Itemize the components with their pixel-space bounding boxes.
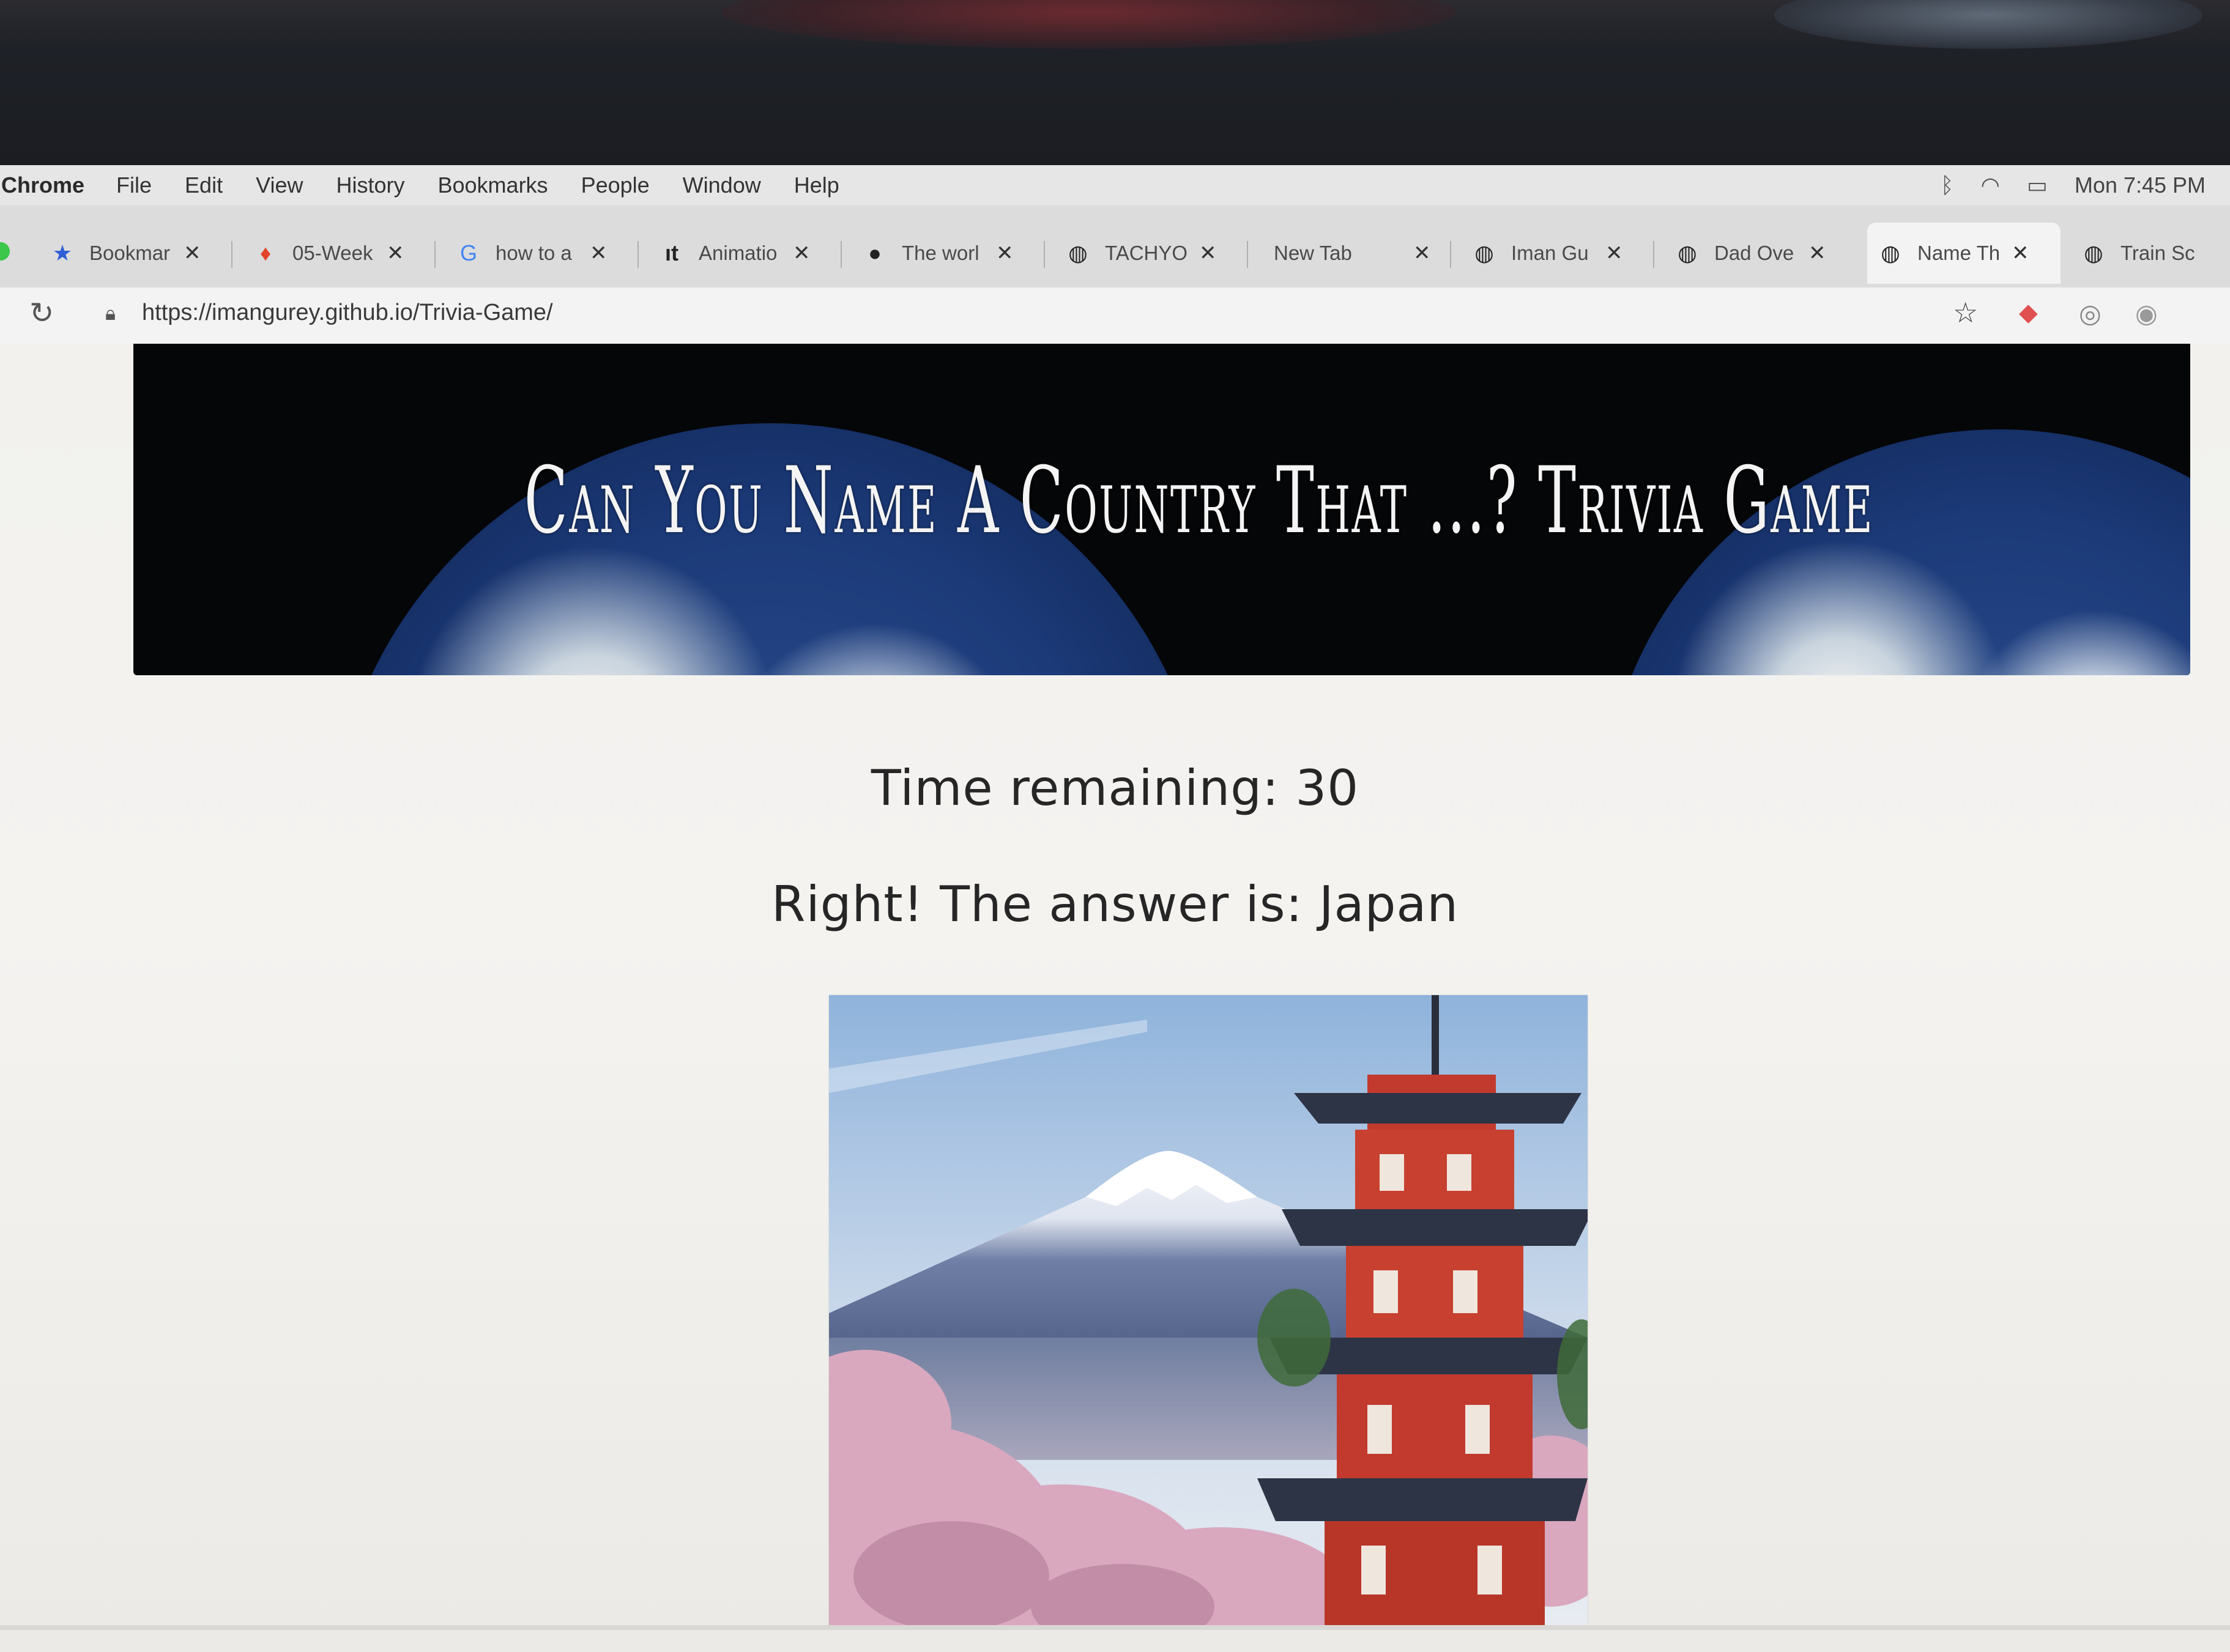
extension-icon[interactable]: ◎ [2079, 298, 2102, 328]
menu-view[interactable]: View [256, 172, 303, 198]
menu-app-name[interactable]: Chrome [1, 172, 84, 198]
tab-label: Bookmar [89, 242, 171, 264]
tab-strip: ★ Bookmar ✕ ♦ 05-Week ✕ G how to a ✕ ıt … [0, 206, 2230, 288]
tab-label: 05-Week [292, 242, 373, 264]
tab[interactable]: ◍ Dad Ove ✕ [1674, 223, 1857, 284]
result-text: Right! The answer is: Japan [771, 876, 1459, 933]
page-divider [0, 1625, 2230, 1630]
tab-separator [841, 241, 842, 268]
tab-label: Iman Gu [1511, 242, 1589, 264]
photo-bezel [0, 0, 2230, 165]
wifi-icon[interactable]: ◠ [1980, 172, 1999, 198]
menu-help[interactable]: Help [794, 172, 839, 198]
background-blur [1774, 0, 2202, 49]
tab[interactable]: ◍ Train Sc [2080, 223, 2230, 284]
tab-label: Dad Ove [1714, 242, 1794, 264]
tab[interactable]: ıt Animatio ✕ [658, 223, 842, 284]
tab-label: Animatio [699, 242, 778, 264]
tab-separator [434, 241, 436, 268]
close-icon[interactable]: ✕ [1199, 241, 1217, 265]
tab-separator [1450, 241, 1451, 268]
close-icon[interactable]: ✕ [1413, 241, 1431, 265]
header-banner: Can You Name A Country That ...? Trivia … [133, 344, 2190, 675]
background-blur [722, 0, 1456, 49]
status-area: ᛒ ◠ ▭ Mon 7:45 PM [1941, 165, 2206, 206]
close-icon[interactable]: ✕ [387, 241, 404, 265]
gitlab-icon: ♦ [259, 240, 272, 265]
reload-icon[interactable]: ↻ [29, 296, 54, 330]
globe-icon: ◍ [2084, 240, 2103, 265]
globe-icon: ◍ [1474, 240, 1494, 265]
tab[interactable]: ★ Bookmar ✕ [49, 223, 232, 284]
bookmark-star-icon[interactable]: ☆ [1953, 296, 1978, 329]
tab-label: Name Th [1917, 242, 2001, 264]
timer-text: Time remaining: 30 [871, 760, 1359, 817]
tab[interactable]: G how to a ✕ [455, 223, 639, 284]
page-title: Can You Name A Country That ...? Trivia … [524, 448, 1874, 554]
clock[interactable]: Mon 7:45 PM [2075, 172, 2206, 198]
address-bar: ↻ 🔒︎ https://imangurey.github.io/Trivia-… [0, 287, 2230, 344]
extension-icon[interactable]: ◆ [2019, 298, 2038, 327]
menu-window[interactable]: Window [683, 172, 761, 198]
tab-label: Train Sc [2120, 242, 2195, 264]
globe-icon: ◍ [1881, 240, 1900, 265]
page-content: Can You Name A Country That ...? Trivia … [0, 344, 2230, 1652]
lock-icon[interactable]: 🔒︎ [105, 302, 116, 325]
github-icon: ● [868, 240, 882, 265]
menu-edit[interactable]: Edit [185, 172, 223, 198]
window-zoom-button[interactable] [0, 242, 10, 261]
tab-label: The worl [902, 242, 979, 264]
tab[interactable]: New Tab ✕ [1268, 223, 1451, 284]
tab-label: how to a [496, 242, 572, 264]
tab-label: TACHYO [1105, 242, 1188, 264]
menu-bookmarks[interactable]: Bookmarks [438, 172, 548, 198]
tab-label: New Tab [1274, 242, 1352, 264]
globe-icon: ◍ [1068, 240, 1088, 265]
macos-menu-bar: Chrome File Edit View History Bookmarks … [0, 165, 2230, 206]
tab-separator [1653, 241, 1654, 268]
menu-file[interactable]: File [116, 172, 152, 198]
tab[interactable]: ◍ TACHYO ✕ [1065, 223, 1248, 284]
battery-icon[interactable]: ▭ [2027, 172, 2048, 198]
google-icon: G [459, 240, 477, 265]
close-icon[interactable]: ✕ [793, 241, 811, 265]
globe-icon: ◍ [1678, 240, 1697, 265]
tab-separator [231, 241, 232, 268]
tab-separator [1044, 241, 1045, 268]
menu-history[interactable]: History [336, 172, 404, 198]
tab[interactable]: ◍ Iman Gu ✕ [1471, 223, 1654, 284]
close-icon[interactable]: ✕ [184, 241, 201, 265]
close-icon[interactable]: ✕ [2012, 241, 2029, 265]
tab[interactable]: ● The worl ✕ [861, 223, 1045, 284]
close-icon[interactable]: ✕ [590, 241, 608, 265]
site-icon: ıt [665, 240, 678, 265]
answer-image [829, 995, 1588, 1625]
tab-active[interactable]: ◍ Name Th ✕ [1867, 223, 2061, 284]
url-field[interactable]: https://imangurey.github.io/Trivia-Game/ [142, 300, 553, 326]
extension-icon[interactable]: ◉ [2135, 298, 2158, 328]
tab[interactable]: ♦ 05-Week ✕ [252, 223, 436, 284]
bluetooth-icon[interactable]: ᛒ [1941, 172, 1954, 198]
menu-people[interactable]: People [581, 172, 650, 198]
close-icon[interactable]: ✕ [1605, 241, 1623, 265]
star-icon: ★ [52, 240, 73, 265]
tab-separator [637, 241, 639, 268]
tab-separator [1247, 241, 1248, 268]
close-icon[interactable]: ✕ [1808, 241, 1826, 265]
close-icon[interactable]: ✕ [996, 241, 1014, 265]
